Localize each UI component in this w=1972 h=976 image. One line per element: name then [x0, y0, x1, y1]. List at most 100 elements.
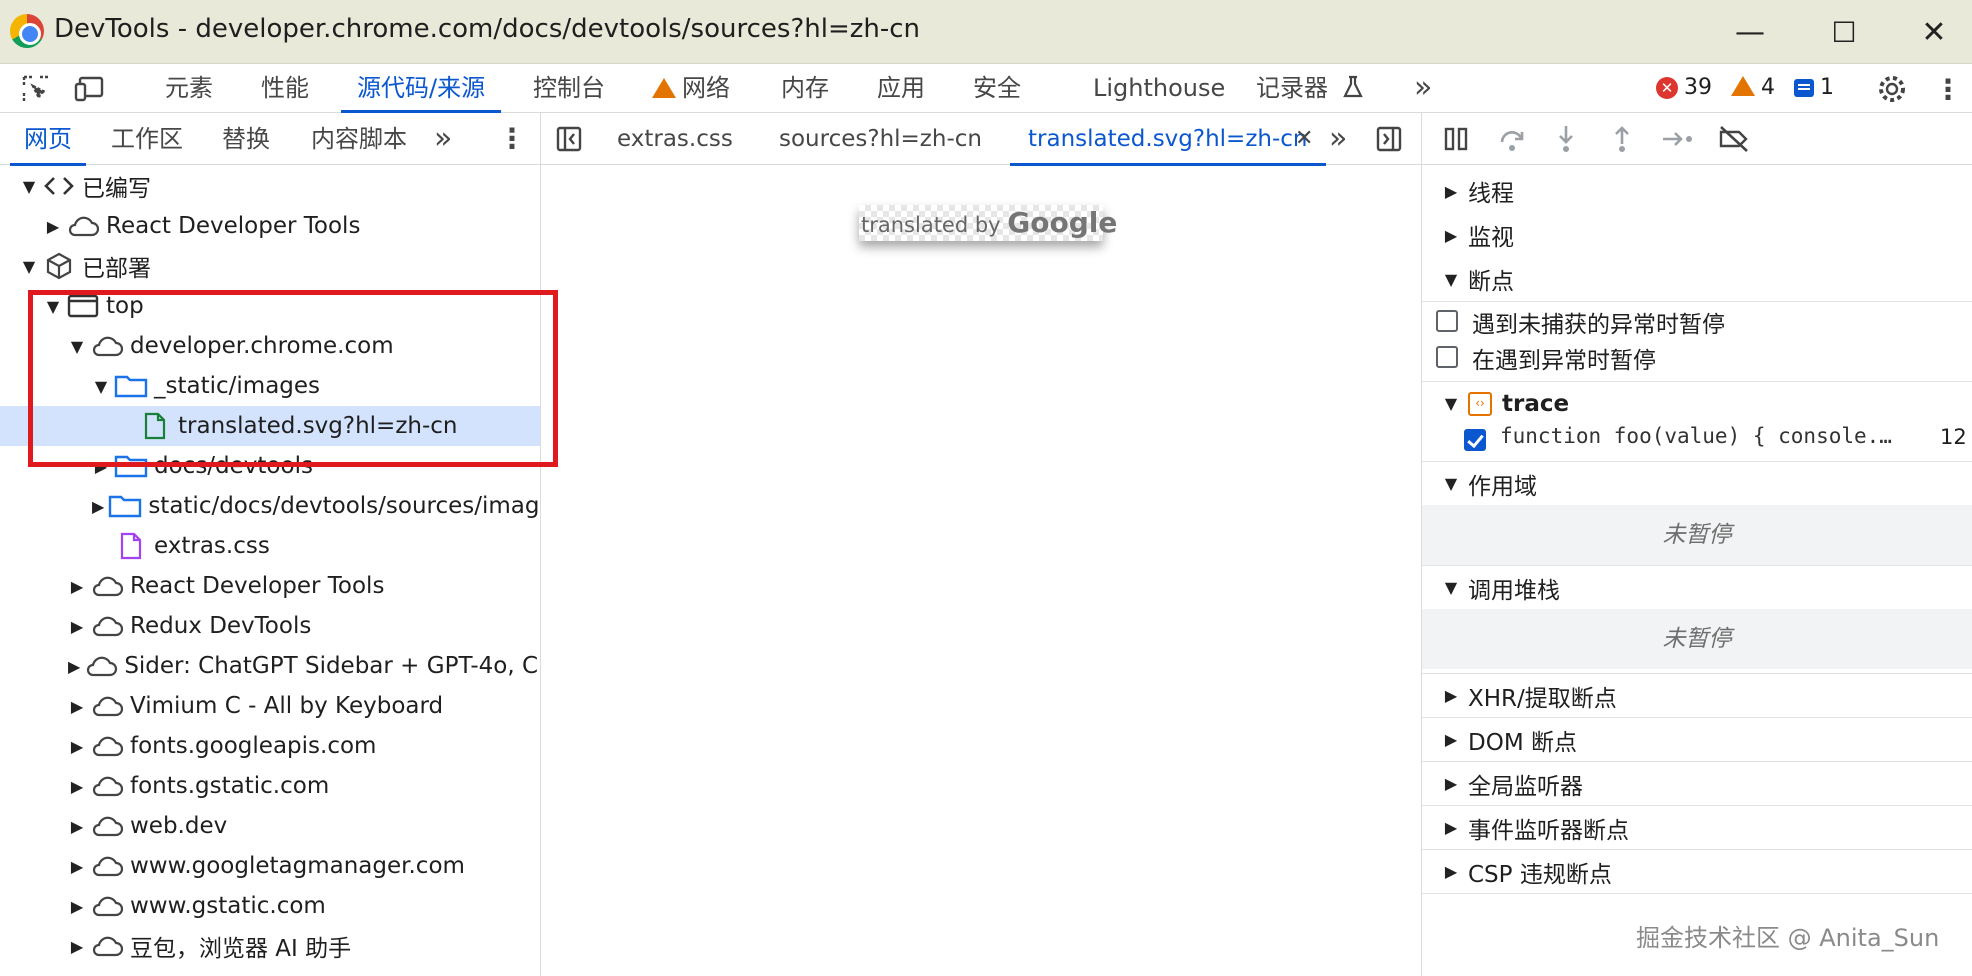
section-csp-breakpoints[interactable]: ▶ CSP 违规断点	[1422, 849, 1972, 893]
collapsed-arrow-icon[interactable]: ▶	[68, 817, 86, 836]
step-into-icon[interactable]	[1548, 122, 1584, 156]
tree-item[interactable]: ▼ _static/images	[0, 366, 540, 406]
error-counter[interactable]: ✕ 39	[1656, 64, 1712, 112]
tree-item[interactable]: translated.svg?hl=zh-cn	[0, 406, 540, 446]
collapsed-arrow-icon[interactable]: ▶	[92, 457, 110, 476]
collapsed-arrow-icon[interactable]: ▶	[68, 577, 86, 596]
close-tab-icon[interactable]: ✕	[1295, 113, 1313, 165]
editor-tab-translated-svg[interactable]: translated.svg?hl=zh-cn	[1010, 113, 1326, 166]
tree-item[interactable]: ▼ 已部署	[0, 246, 540, 286]
tab-recorder[interactable]: 记录器	[1256, 64, 1364, 112]
navigator-menu-icon[interactable]: ⋮	[498, 113, 526, 165]
tree-item[interactable]: ▶ fonts.gstatic.com	[0, 766, 540, 806]
pause-resume-icon[interactable]	[1438, 122, 1474, 156]
settings-gear-icon[interactable]	[1874, 72, 1910, 106]
expanded-arrow-icon[interactable]: ▼	[44, 297, 62, 316]
pause-caught-checkbox[interactable]	[1436, 346, 1458, 368]
expanded-arrow-icon[interactable]: ▼	[20, 257, 38, 276]
tab-application[interactable]: 应用	[877, 64, 925, 112]
warning-counter[interactable]: 4	[1731, 64, 1775, 112]
collapsed-arrow-icon[interactable]: ▶	[68, 857, 86, 876]
message-counter[interactable]: 1	[1794, 64, 1834, 112]
minimize-button[interactable]: —	[1722, 8, 1778, 56]
collapsed-arrow-icon[interactable]: ▶	[68, 777, 86, 796]
section-breakpoints[interactable]: ▼ 断点	[1422, 257, 1972, 301]
chrome-logo-icon	[10, 14, 44, 48]
editor-tab-extras-css[interactable]: extras.css	[617, 113, 733, 165]
preview-brand: Google	[1007, 206, 1118, 239]
tab-security[interactable]: 安全	[973, 64, 1021, 112]
tree-item[interactable]: ▶ React Developer Tools	[0, 566, 540, 606]
collapsed-arrow-icon[interactable]: ▶	[92, 497, 104, 516]
expanded-arrow-icon[interactable]: ▼	[92, 377, 110, 396]
tree-item[interactable]: ▶ docs/devtools	[0, 446, 540, 486]
tree-item[interactable]: ▶ Redux DevTools	[0, 606, 540, 646]
section-scope[interactable]: ▼ 作用域	[1422, 461, 1972, 505]
tab-workspace[interactable]: 工作区	[111, 113, 183, 165]
tree-item[interactable]: ▶ 豆包，浏览器 AI 助手	[0, 926, 540, 966]
collapsed-arrow-icon[interactable]: ▶	[68, 737, 86, 756]
section-watch[interactable]: ▶ 监视	[1422, 213, 1972, 257]
tree-item[interactable]: ▼ developer.chrome.com	[0, 326, 540, 366]
customize-menu-icon[interactable]: ⋮	[1930, 72, 1966, 106]
inspect-element-icon[interactable]	[18, 72, 54, 106]
section-threads[interactable]: ▶ 线程	[1422, 169, 1972, 213]
section-dom-breakpoints[interactable]: ▶ DOM 断点	[1422, 717, 1972, 761]
section-call-stack[interactable]: ▼ 调用堆栈	[1422, 565, 1972, 609]
device-toolbar-icon[interactable]	[72, 72, 108, 106]
tree-item-label: _static/images	[154, 373, 321, 399]
editor-more-tabs-button[interactable]: »	[1329, 113, 1347, 165]
step-over-icon[interactable]	[1494, 122, 1530, 156]
editor-tab-sources[interactable]: sources?hl=zh-cn	[779, 113, 982, 165]
collapsed-arrow-icon[interactable]: ▶	[44, 217, 62, 236]
tab-sources[interactable]: 源代码/来源	[340, 64, 502, 113]
collapsed-arrow-icon[interactable]: ▶	[68, 697, 86, 716]
divider	[1422, 893, 1972, 894]
toggle-debugger-icon[interactable]	[1371, 122, 1407, 156]
tab-page[interactable]: 网页	[10, 113, 86, 166]
toggle-navigator-icon[interactable]	[551, 122, 587, 156]
breakpoint-file-row[interactable]: ▼ ‹› trace	[1422, 381, 1972, 425]
expanded-arrow-icon[interactable]: ▼	[68, 337, 86, 356]
maximize-button[interactable]: ☐	[1816, 8, 1872, 56]
code-icon	[42, 172, 76, 200]
step-out-icon[interactable]	[1604, 122, 1640, 156]
collapsed-arrow-icon[interactable]: ▶	[68, 937, 86, 956]
close-button[interactable]: ✕	[1906, 8, 1962, 56]
navigator-more-tabs-button[interactable]: »	[434, 113, 452, 165]
section-global-listeners[interactable]: ▶ 全局监听器	[1422, 761, 1972, 805]
tree-item[interactable]: ▶ Vimium C - All by Keyboard	[0, 686, 540, 726]
pause-uncaught-checkbox[interactable]	[1436, 310, 1458, 332]
tab-console[interactable]: 控制台	[533, 64, 605, 112]
breakpoint-code[interactable]: function foo(value) { console.…	[1500, 424, 1892, 448]
step-icon[interactable]	[1660, 122, 1696, 156]
tree-item[interactable]: ▶ www.gstatic.com	[0, 886, 540, 926]
tree-item[interactable]: ▶ static/docs/devtools/sources/image	[0, 486, 540, 526]
section-event-listener-breakpoints[interactable]: ▶ 事件监听器断点	[1422, 805, 1972, 849]
breakpoint-enabled-checkbox[interactable]	[1464, 429, 1486, 451]
deactivate-breakpoints-icon[interactable]	[1716, 122, 1752, 156]
expanded-arrow-icon[interactable]: ▼	[20, 177, 38, 196]
tree-item[interactable]: ▶ React Developer Tools	[0, 206, 540, 246]
tree-item[interactable]: ▼ top	[0, 286, 540, 326]
section-xhr-breakpoints[interactable]: ▶ XHR/提取断点	[1422, 673, 1972, 717]
tree-item[interactable]: ▶ Sider: ChatGPT Sidebar + GPT-4o, Clau	[0, 646, 540, 686]
tree-item[interactable]: extras.css	[0, 526, 540, 566]
section-global-label: 全局监听器	[1468, 773, 1583, 800]
tab-elements[interactable]: 元素	[165, 64, 213, 112]
tab-network[interactable]: 网络	[652, 64, 730, 112]
tree-item[interactable]: ▶ fonts.googleapis.com	[0, 726, 540, 766]
tab-lighthouse[interactable]: Lighthouse	[1093, 64, 1225, 112]
collapsed-arrow-icon[interactable]: ▶	[68, 617, 86, 636]
tab-content-scripts[interactable]: 内容脚本	[311, 113, 407, 165]
tab-overrides[interactable]: 替换	[222, 113, 270, 165]
tab-performance[interactable]: 性能	[261, 64, 309, 112]
tab-memory[interactable]: 内存	[781, 64, 829, 112]
more-tabs-button[interactable]: »	[1414, 64, 1432, 112]
collapsed-arrow-icon[interactable]: ▶	[68, 657, 80, 676]
tree-item[interactable]: ▶ web.dev	[0, 806, 540, 846]
collapsed-arrow-icon[interactable]: ▶	[68, 897, 86, 916]
tree-item[interactable]: ▼ 已编写	[0, 166, 540, 206]
collapsed-arrow-icon: ▶	[1444, 181, 1458, 201]
tree-item[interactable]: ▶ www.googletagmanager.com	[0, 846, 540, 886]
